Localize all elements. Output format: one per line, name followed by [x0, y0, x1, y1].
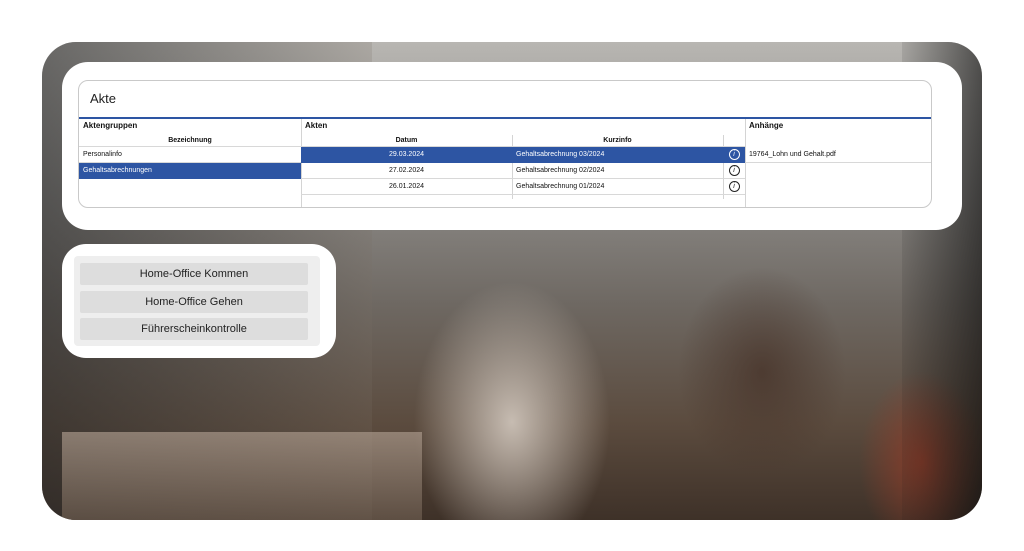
file-row-kurzinfo[interactable]: Gehaltsabrechnung 02/2024 — [512, 163, 723, 179]
column-divider — [745, 119, 746, 207]
home-office-gehen-button[interactable]: Home-Office Gehen — [80, 291, 308, 313]
title-divider — [79, 117, 931, 119]
subheader-info — [723, 135, 745, 147]
column-header-aktengruppen: Aktengruppen — [83, 121, 138, 130]
info-icon[interactable]: i — [728, 165, 740, 176]
fuehrerscheinkontrolle-button[interactable]: Führerscheinkontrolle — [80, 318, 308, 340]
file-row-date[interactable]: 26.01.2024 — [301, 179, 512, 195]
info-icon[interactable]: i — [728, 181, 740, 192]
file-row-date[interactable]: 29.03.2024 — [301, 147, 512, 163]
akte-title: Akte — [90, 91, 117, 106]
column-header-akten: Akten — [305, 121, 328, 130]
subheader-bezeichnung: Bezeichnung — [79, 135, 301, 147]
info-icon[interactable]: i — [728, 149, 740, 160]
file-row-info[interactable]: i — [723, 179, 745, 195]
group-item-personalinfo[interactable]: Personalinfo — [79, 147, 301, 163]
file-row-info[interactable]: i — [723, 147, 745, 163]
akte-panel: Akte Aktengruppen Akten Anhänge Bezeichn… — [78, 80, 932, 208]
file-row-date[interactable]: 27.02.2024 — [301, 163, 512, 179]
file-row-kurzinfo[interactable]: Gehaltsabrechnung 03/2024 — [512, 147, 723, 163]
attachment-link[interactable]: 19764_Lohn und Gehalt.pdf — [745, 147, 931, 163]
column-header-anhaenge: Anhänge — [749, 121, 784, 130]
file-row-info[interactable]: i — [723, 163, 745, 179]
subheader-datum: Datum — [301, 135, 512, 147]
home-office-kommen-button[interactable]: Home-Office Kommen — [80, 263, 308, 285]
actions-card: Home-Office Kommen Home-Office Gehen Füh… — [62, 244, 336, 358]
subheader-kurzinfo: Kurzinfo — [512, 135, 723, 147]
akte-card: Akte Aktengruppen Akten Anhänge Bezeichn… — [62, 62, 962, 230]
photo-table — [62, 432, 422, 520]
group-item-gehaltsabrechnungen[interactable]: Gehaltsabrechnungen — [79, 163, 301, 179]
file-row-kurzinfo[interactable]: Gehaltsabrechnung 01/2024 — [512, 179, 723, 195]
actions-panel: Home-Office Kommen Home-Office Gehen Füh… — [74, 256, 320, 346]
